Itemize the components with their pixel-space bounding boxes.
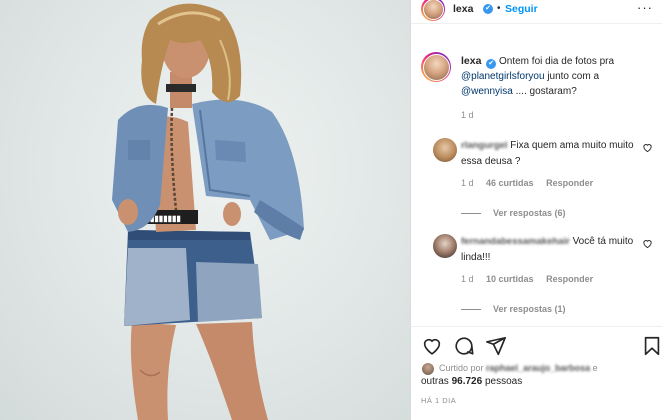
- commenter-avatar[interactable]: [433, 234, 457, 258]
- likes-count[interactable]: outras 96.726 pessoas: [421, 376, 522, 387]
- caption-avatar[interactable]: [421, 52, 451, 82]
- author-username[interactable]: lexa: [453, 3, 473, 15]
- liked-by-joiner: e: [592, 363, 598, 373]
- others-suffix: pessoas: [484, 376, 523, 387]
- commenter-username[interactable]: fernandabessamakehair: [461, 236, 570, 247]
- comment-meta: 1 d 46 curtidas Responder: [461, 178, 603, 188]
- replies-divider: [461, 213, 481, 215]
- separator-dot: •: [497, 3, 501, 14]
- comment-meta: 1 d 10 curtidas Responder: [461, 274, 603, 284]
- view-replies-button[interactable]: Ver respostas (6): [461, 208, 566, 218]
- caption-timestamp[interactable]: 1 d: [461, 110, 474, 120]
- comment-reply-button[interactable]: Responder: [546, 178, 593, 188]
- author-avatar[interactable]: [421, 0, 445, 21]
- post-side-panel: lexa ✔ • Seguir ··· lexa ✔ Ontem foi dia…: [410, 0, 662, 420]
- replies-divider: [461, 309, 481, 311]
- follow-button[interactable]: Seguir: [505, 3, 538, 15]
- heart-icon[interactable]: [421, 335, 443, 357]
- comment-icon[interactable]: [453, 335, 475, 357]
- mention-link[interactable]: @wennyisa: [461, 86, 513, 97]
- caption-text-part: .... gostaram?: [515, 86, 577, 97]
- caption-username[interactable]: lexa: [461, 55, 481, 67]
- post-header: lexa ✔ • Seguir ···: [411, 0, 662, 24]
- comment-heart-icon[interactable]: [642, 238, 653, 249]
- caption-text-part: Ontem foi dia de fotos pra: [499, 56, 615, 67]
- commenter-avatar[interactable]: [433, 138, 457, 162]
- liked-by-username[interactable]: raphael_araujo_barbosa: [486, 363, 590, 373]
- others-count: 96.726: [451, 376, 483, 387]
- verified-badge-icon: ✔: [483, 4, 493, 14]
- comment-heart-icon[interactable]: [642, 142, 653, 153]
- model-photo-illustration: ▮▮▮▮▮▮▮: [112, 3, 304, 420]
- post-photo[interactable]: ▮▮▮▮▮▮▮: [0, 0, 410, 420]
- liked-by-text: Curtido por raphael_araujo_barbosa e: [439, 363, 598, 373]
- comment-likes-count[interactable]: 10 curtidas: [486, 274, 534, 284]
- commenter-username[interactable]: rlangurgel: [461, 140, 507, 151]
- comment-reply-button[interactable]: Responder: [546, 274, 593, 284]
- comment-likes-count[interactable]: 46 curtidas: [486, 178, 534, 188]
- comment-timestamp[interactable]: 1 d: [461, 274, 474, 284]
- view-replies-label: Ver respostas (6): [493, 208, 566, 218]
- comment-timestamp[interactable]: 1 d: [461, 178, 474, 188]
- verified-badge-icon: ✔: [486, 59, 497, 69]
- mention-link[interactable]: @planetgirlsforyou: [461, 71, 545, 82]
- more-options-icon[interactable]: ···: [637, 0, 653, 15]
- others-prefix: outras: [421, 376, 449, 387]
- caption-text: lexa ✔ Ontem foi dia de fotos pra @plane…: [461, 54, 651, 99]
- liked-by-prefix: Curtido por: [439, 363, 484, 373]
- comment-text: rlangurgel Fixa quem ama muito muito ess…: [461, 138, 643, 170]
- paper-plane-icon[interactable]: [485, 335, 507, 357]
- post-actions-bar: [411, 326, 662, 356]
- view-replies-button[interactable]: Ver respostas (1): [461, 304, 566, 314]
- caption-text-part: junto com a: [547, 71, 600, 82]
- liker-avatar[interactable]: [421, 362, 435, 376]
- post-timestamp[interactable]: HÁ 1 DIA: [421, 396, 456, 405]
- comment-text: fernandabessamakehair Você tá muito lind…: [461, 234, 643, 266]
- view-replies-label: Ver respostas (1): [493, 304, 566, 314]
- bookmark-icon[interactable]: [641, 335, 662, 357]
